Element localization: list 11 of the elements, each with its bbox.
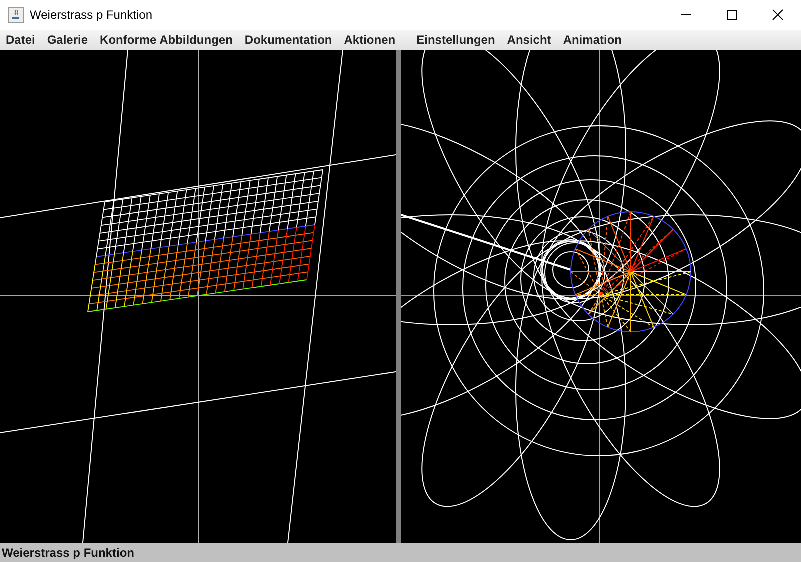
coffee-cup-icon (8, 7, 24, 23)
menu-item[interactable]: Ansicht (507, 33, 552, 47)
menu-item[interactable]: Konforme Abbildungen (100, 33, 233, 47)
menu-item[interactable]: Datei (6, 33, 36, 47)
menu-item[interactable]: Animation (563, 33, 622, 47)
status-text: Weierstrass p Funktion (2, 546, 134, 560)
menu-item[interactable]: Dokumentation (244, 33, 332, 47)
menu-item[interactable]: Einstellungen (416, 33, 496, 47)
window-title: Weierstrass p Funktion (30, 8, 152, 22)
menu-item[interactable]: Galerie (47, 33, 88, 47)
menu-item[interactable]: Aktionen (344, 33, 396, 47)
